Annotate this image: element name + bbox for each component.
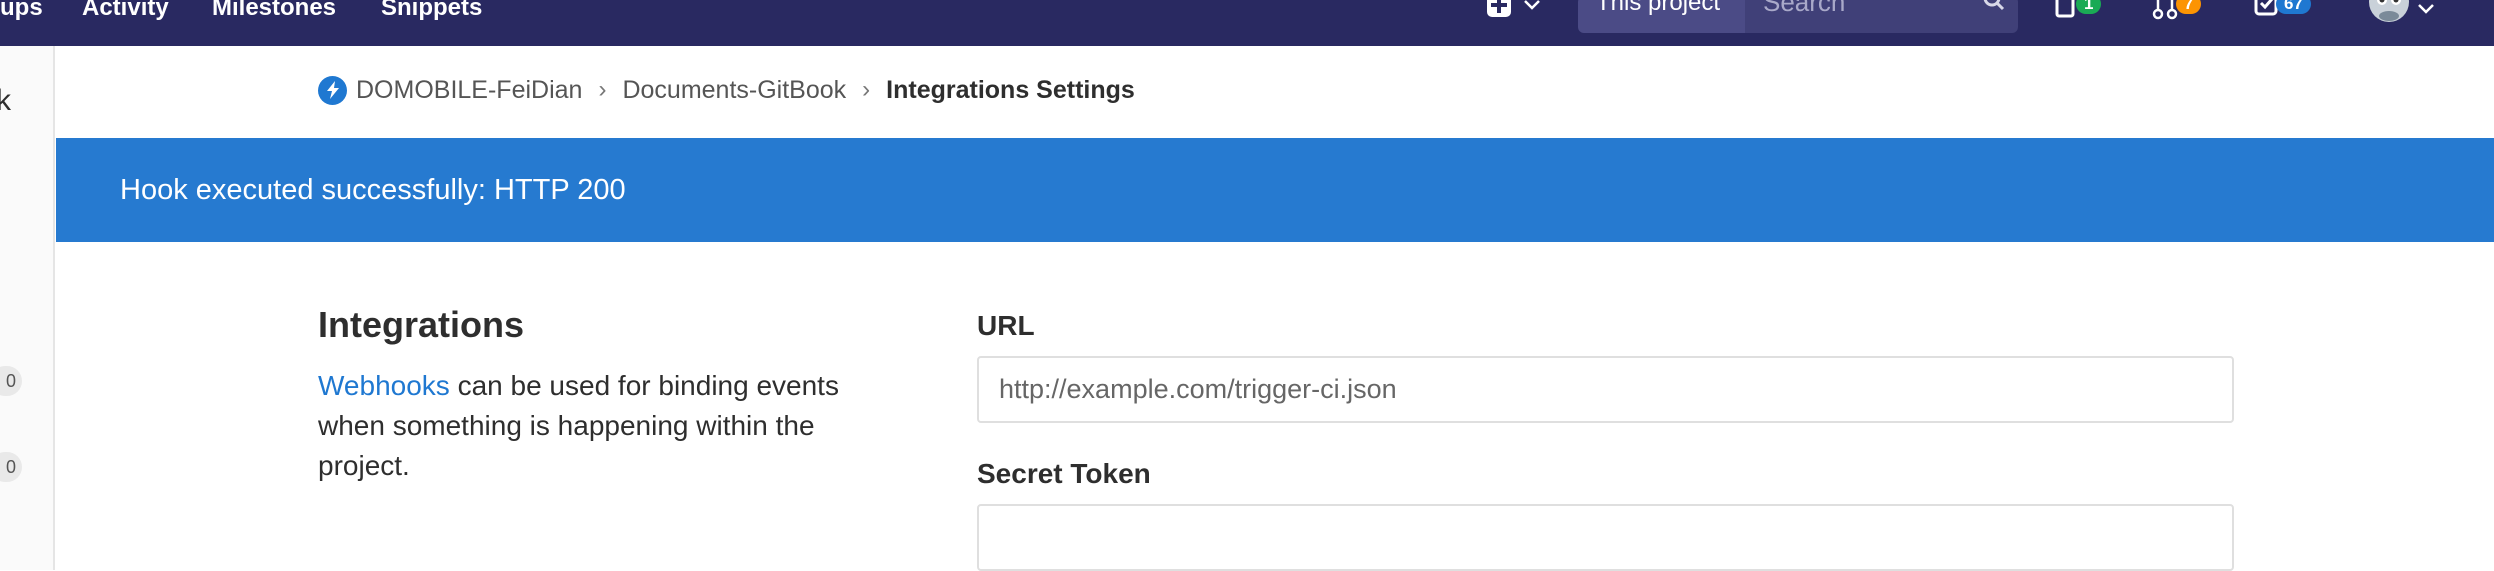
sidebar-count-pill: 0 [0,366,22,396]
nav-link-activity[interactable]: Activity [82,0,169,22]
merge-requests-count-badge: 7 [2176,0,2202,14]
merge-requests-button[interactable] [2152,0,2178,20]
project-sidebar: k 0 0 [0,46,55,570]
url-input[interactable] [977,356,2234,423]
nav-link-milestones[interactable]: Milestones [212,0,336,22]
secret-token-label: Secret Token [977,458,1151,489]
top-navbar: ups Activity Milestones Snippets This pr… [0,0,2494,46]
breadcrumb-group-link[interactable]: DOMOBILE-FeiDian [356,76,582,105]
user-menu-button[interactable] [2366,0,2436,26]
chevron-down-icon [1524,0,1540,10]
new-item-dropdown[interactable] [1486,0,1542,18]
group-logo-icon [318,75,347,105]
issues-button[interactable] [2055,0,2077,18]
search-icon[interactable] [1982,0,2006,12]
merge-request-icon [2152,0,2178,20]
flash-message: Hook executed successfully: HTTP 200 [120,174,626,206]
issues-icon [2055,0,2075,18]
breadcrumb-project-link[interactable]: Documents-GitBook [622,76,846,105]
search-scope-label: This project [1596,0,1721,16]
plus-square-icon [1487,0,1511,17]
avatar [2369,0,2409,22]
secret-token-input[interactable] [977,504,2234,571]
search-box [1745,0,2018,33]
breadcrumb: DOMOBILE-FeiDian › Documents-GitBook › I… [318,72,1135,108]
integrations-title: Integrations [318,304,525,345]
sidebar-collapse-glyph[interactable]: k [0,84,11,118]
sidebar-count-pill: 0 [0,452,22,482]
nav-link-groups[interactable]: ups [0,0,43,22]
flash-notice: Hook executed successfully: HTTP 200 [56,138,2494,242]
nav-link-snippets[interactable]: Snippets [381,0,482,22]
todos-count-badge: 67 [2276,0,2311,14]
integrations-description: Webhooks can be used for binding events … [318,366,878,486]
breadcrumb-current[interactable]: Integrations Settings [886,76,1135,105]
search-input[interactable] [1763,0,1963,16]
issues-count-badge: 1 [2076,0,2102,14]
chevron-down-icon [2418,4,2434,14]
chevron-right-icon: › [598,76,607,103]
chevron-right-icon: › [862,76,871,103]
url-label: URL [977,310,1035,341]
search-scope-badge[interactable]: This project [1578,0,1745,33]
webhooks-link[interactable]: Webhooks [318,370,450,401]
